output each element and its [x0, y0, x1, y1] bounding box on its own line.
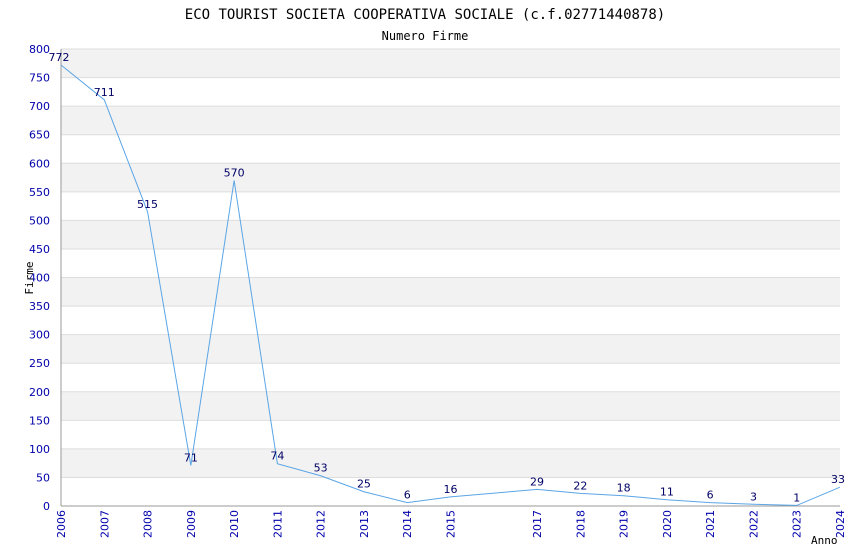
- data-label: 25: [357, 478, 371, 491]
- y-tick-label: 350: [29, 300, 50, 313]
- data-label: 53: [314, 462, 328, 475]
- x-tick-label: 2012: [315, 510, 328, 538]
- grid-band: [61, 106, 840, 135]
- x-tick-label: 2006: [55, 510, 68, 538]
- data-label: 6: [404, 489, 411, 502]
- x-tick-label: 2013: [358, 510, 371, 538]
- data-label: 570: [224, 166, 245, 179]
- grid-band: [61, 220, 840, 249]
- x-tick-label: 2015: [445, 510, 458, 538]
- grid-band: [61, 334, 840, 364]
- chart-subtitle: Numero Firme: [382, 29, 469, 43]
- x-axis-label: Anno: [811, 534, 838, 547]
- y-tick-label: 100: [29, 443, 50, 456]
- grid-band: [61, 277, 840, 307]
- y-axis-label: Firme: [23, 261, 36, 294]
- x-tick-labels: 2006 2007 2008 2009 2010 2011 2012 2013 2014 2015…: [55, 510, 847, 538]
- x-tick-label: 2020: [661, 510, 674, 538]
- data-label: 3: [750, 490, 757, 503]
- grid-band: [61, 420, 840, 449]
- y-tick-label: 800: [29, 43, 50, 56]
- y-tick-label: 650: [29, 129, 50, 142]
- grid-band: [61, 77, 840, 107]
- data-label: 22: [573, 479, 587, 492]
- data-label: 1: [793, 491, 800, 504]
- x-tick-label: 2017: [531, 510, 544, 538]
- x-tick-label: 2008: [142, 510, 155, 538]
- grid-band: [61, 191, 840, 221]
- grid-band: [61, 163, 840, 192]
- grid-band: [61, 49, 840, 78]
- x-tick-label: 2018: [574, 510, 587, 538]
- data-label: 11: [660, 486, 674, 499]
- line-chart: 0501001502002503003504004505005506006507…: [23, 7, 847, 547]
- y-tick-label: 50: [36, 471, 50, 484]
- x-tick-label: 2011: [271, 510, 284, 538]
- grid-band: [61, 306, 840, 335]
- grid-band: [61, 448, 840, 478]
- data-label: 71: [184, 451, 198, 464]
- data-label: 711: [94, 86, 115, 99]
- y-tick-label: 550: [29, 186, 50, 199]
- x-tick-label: 2023: [791, 510, 804, 538]
- data-label: 515: [137, 198, 158, 211]
- data-label: 33: [831, 473, 845, 486]
- x-tick-label: 2009: [185, 510, 198, 538]
- data-label: 16: [444, 483, 458, 496]
- data-label: 18: [617, 482, 631, 495]
- grid-band: [61, 248, 840, 278]
- x-tick-label: 2022: [747, 510, 760, 538]
- x-tick-label: 2010: [228, 510, 241, 538]
- x-tick-label: 2007: [98, 510, 111, 538]
- x-tick-label: 2014: [401, 510, 414, 538]
- grid-band: [61, 391, 840, 421]
- y-tick-label: 200: [29, 386, 50, 399]
- y-tick-label: 500: [29, 214, 50, 227]
- y-tick-label: 750: [29, 72, 50, 85]
- data-label: 6: [707, 489, 714, 502]
- y-tick-label: 0: [43, 500, 50, 513]
- x-tick-label: 2021: [704, 510, 717, 538]
- x-tick-label: 2019: [618, 510, 631, 538]
- y-tick-label: 700: [29, 100, 50, 113]
- y-tick-label: 300: [29, 329, 50, 342]
- chart-title: ECO TOURIST SOCIETA COOPERATIVA SOCIALE …: [185, 7, 665, 23]
- y-tick-label: 450: [29, 243, 50, 256]
- y-tick-label: 250: [29, 357, 50, 370]
- data-label: 29: [530, 475, 544, 488]
- data-label: 74: [270, 450, 284, 463]
- y-tick-label: 150: [29, 414, 50, 427]
- data-label: 772: [49, 51, 70, 64]
- grid-band: [61, 134, 840, 164]
- y-tick-label: 600: [29, 157, 50, 170]
